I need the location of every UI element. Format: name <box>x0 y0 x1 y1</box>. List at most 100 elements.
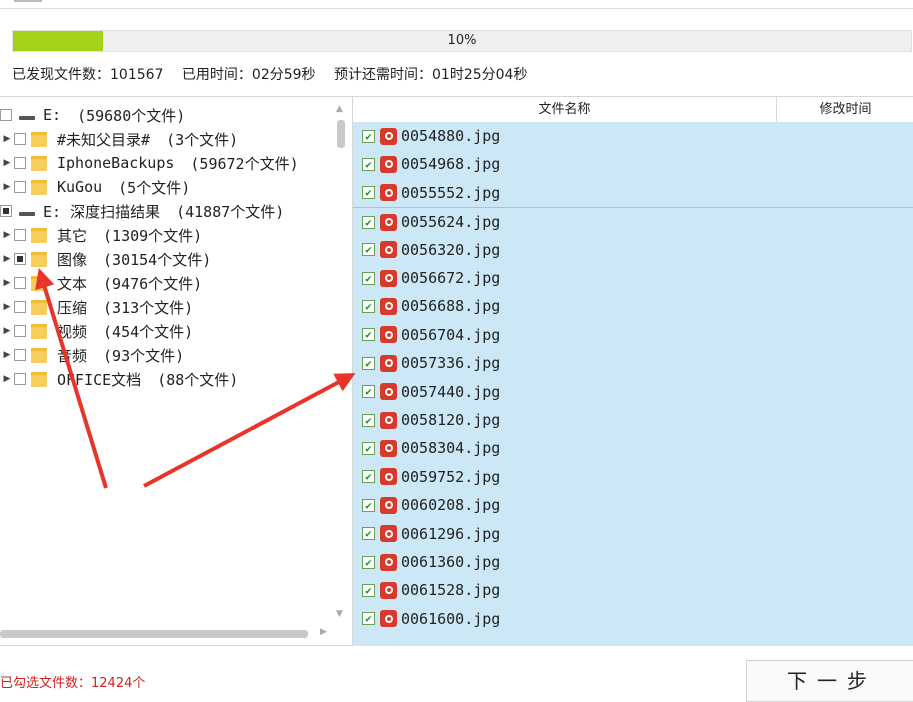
file-checkbox[interactable]: ✔ <box>362 441 375 455</box>
expand-icon[interactable]: ▶ <box>0 134 14 144</box>
tree-vertical-scrollbar[interactable]: ▲ ▼ <box>334 104 348 624</box>
tree-node[interactable]: ▶ 压缩 (313个文件) <box>0 295 194 319</box>
file-row[interactable]: ✔ 0057440.jpg <box>353 378 913 406</box>
file-checkbox[interactable]: ✔ <box>362 385 375 399</box>
file-row[interactable]: ✔ 0054968.jpg <box>353 150 913 178</box>
tree-node[interactable]: ▶ OFFICE文档 (88个文件) <box>0 367 239 391</box>
file-row[interactable]: ✔ 0056704.jpg <box>353 321 913 349</box>
file-checkbox[interactable]: ✔ <box>362 328 375 342</box>
tree-horizontal-scrollbar[interactable]: ▶ <box>0 627 334 640</box>
file-row[interactable]: ✔ 0061528.jpg <box>353 576 913 604</box>
tree-node[interactable]: E: 深度扫描结果 (41887个文件) <box>0 199 284 223</box>
folder-icon <box>31 275 47 291</box>
image-file-icon <box>380 439 397 457</box>
file-checkbox[interactable]: ✔ <box>362 356 375 370</box>
file-checkbox[interactable]: ✔ <box>362 555 375 569</box>
tree-checkbox[interactable] <box>14 157 26 169</box>
tree-checkbox[interactable] <box>14 325 26 337</box>
file-checkbox[interactable]: ✔ <box>362 215 375 229</box>
tree-checkbox[interactable] <box>14 349 26 361</box>
scroll-down-icon[interactable]: ▼ <box>336 609 343 619</box>
column-header-modified[interactable]: 修改时间 <box>777 97 913 122</box>
tree-node[interactable]: ▶ KuGou (5个文件) <box>0 175 191 199</box>
file-row[interactable]: ✔ 0057336.jpg <box>353 349 913 377</box>
file-checkbox[interactable]: ✔ <box>362 470 375 484</box>
file-row[interactable]: ✔ 0058120.jpg <box>353 406 913 434</box>
file-list[interactable]: 文件名称 修改时间 ✔ 0054880.jpg ✔ 0054968.jpg ✔ 00555… <box>352 96 913 646</box>
file-row[interactable]: ✔ 0056672.jpg <box>353 264 913 292</box>
tree-node[interactable]: ▶ IphoneBackups (59672个文件) <box>0 151 299 175</box>
expand-icon[interactable]: ▶ <box>0 230 14 240</box>
next-step-button[interactable]: 下一步 <box>746 660 913 702</box>
expand-icon[interactable]: ▶ <box>0 278 14 288</box>
file-row[interactable]: ✔ 0058304.jpg <box>353 434 913 462</box>
file-list-header: 文件名称 修改时间 <box>353 97 913 123</box>
file-checkbox[interactable]: ✔ <box>362 271 375 285</box>
file-checkbox[interactable]: ✔ <box>362 243 375 257</box>
scroll-up-icon[interactable]: ▲ <box>336 104 343 114</box>
tree-node[interactable]: ▶ 音频 (93个文件) <box>0 343 185 367</box>
file-checkbox[interactable]: ✔ <box>362 498 375 512</box>
tree-checkbox[interactable] <box>14 181 26 193</box>
tree-checkbox[interactable] <box>0 205 12 217</box>
hscroll-thumb[interactable] <box>0 630 308 638</box>
tree-node-count: (9476个文件) <box>103 274 203 293</box>
expand-icon[interactable]: ▶ <box>0 350 14 360</box>
tree-checkbox[interactable] <box>14 373 26 385</box>
folder-tree[interactable]: E: (59680个文件) ▶ #未知父目录# (3个文件) ▶ IphoneBackups… <box>0 96 352 646</box>
expand-icon[interactable]: ▶ <box>0 326 14 336</box>
file-checkbox[interactable]: ✔ <box>362 612 375 626</box>
tree-node-label: KuGou <box>57 178 103 196</box>
tree-checkbox[interactable] <box>14 301 26 313</box>
tree-checkbox[interactable] <box>14 229 26 241</box>
image-file-icon <box>380 241 397 259</box>
file-row[interactable]: ✔ 0054880.jpg <box>353 122 913 150</box>
file-row[interactable]: ✔ 0055552.jpg <box>353 179 913 207</box>
file-checkbox[interactable]: ✔ <box>362 299 375 313</box>
tree-node[interactable]: ▶ 其它 (1309个文件) <box>0 223 203 247</box>
file-name: 0058304.jpg <box>401 439 501 458</box>
file-name: 0061296.jpg <box>401 524 501 543</box>
file-name: 0057336.jpg <box>401 354 501 373</box>
expand-icon[interactable]: ▶ <box>0 182 14 192</box>
window-top-edge <box>0 0 913 9</box>
tree-checkbox[interactable] <box>14 253 26 265</box>
file-list-body[interactable]: ✔ 0054880.jpg ✔ 0054968.jpg ✔ 0055552.jpg ✔ 005… <box>353 122 913 646</box>
tree-checkbox[interactable] <box>0 109 12 121</box>
expand-icon[interactable]: ▶ <box>0 374 14 384</box>
expand-icon[interactable]: ▶ <box>0 302 14 312</box>
tree-node[interactable]: E: (59680个文件) <box>0 103 185 127</box>
file-checkbox[interactable]: ✔ <box>362 157 375 171</box>
tree-node[interactable]: ▶ 图像 (30154个文件) <box>0 247 212 271</box>
tree-node-count: (313个文件) <box>103 298 194 317</box>
file-row[interactable]: ✔ 0055624.jpg <box>353 207 913 236</box>
file-checkbox[interactable]: ✔ <box>362 527 375 541</box>
tree-node-label: 图像 <box>57 250 88 269</box>
file-row[interactable]: ✔ 0060208.jpg <box>353 491 913 519</box>
file-row[interactable]: ✔ 0056320.jpg <box>353 236 913 264</box>
tree-checkbox[interactable] <box>14 277 26 289</box>
tree-node[interactable]: ▶ 文本 (9476个文件) <box>0 271 203 295</box>
file-row[interactable]: ✔ 0061296.jpg <box>353 520 913 548</box>
file-name: 0059752.jpg <box>401 467 501 486</box>
scroll-thumb[interactable] <box>337 120 345 148</box>
tree-checkbox[interactable] <box>14 133 26 145</box>
file-row[interactable]: ✔ 0061600.jpg <box>353 605 913 633</box>
file-checkbox[interactable]: ✔ <box>362 413 375 427</box>
file-checkbox[interactable]: ✔ <box>362 186 375 200</box>
tree-node-count: (93个文件) <box>103 346 185 365</box>
file-row[interactable]: ✔ 0056688.jpg <box>353 292 913 320</box>
expand-icon[interactable]: ▶ <box>0 158 14 168</box>
scroll-right-icon[interactable]: ▶ <box>320 627 327 637</box>
column-header-name[interactable]: 文件名称 <box>353 97 777 122</box>
file-checkbox[interactable]: ✔ <box>362 583 375 597</box>
elapsed-time: 已用时间：02分59秒 <box>181 67 316 83</box>
file-name: 0054880.jpg <box>401 127 501 145</box>
image-file-icon <box>380 269 397 287</box>
file-row[interactable]: ✔ 0059752.jpg <box>353 463 913 491</box>
file-row[interactable]: ✔ 0061360.jpg <box>353 548 913 576</box>
tree-node[interactable]: ▶ #未知父目录# (3个文件) <box>0 127 239 151</box>
file-checkbox[interactable]: ✔ <box>362 129 375 143</box>
expand-icon[interactable]: ▶ <box>0 254 14 264</box>
tree-node[interactable]: ▶ 视频 (454个文件) <box>0 319 194 343</box>
